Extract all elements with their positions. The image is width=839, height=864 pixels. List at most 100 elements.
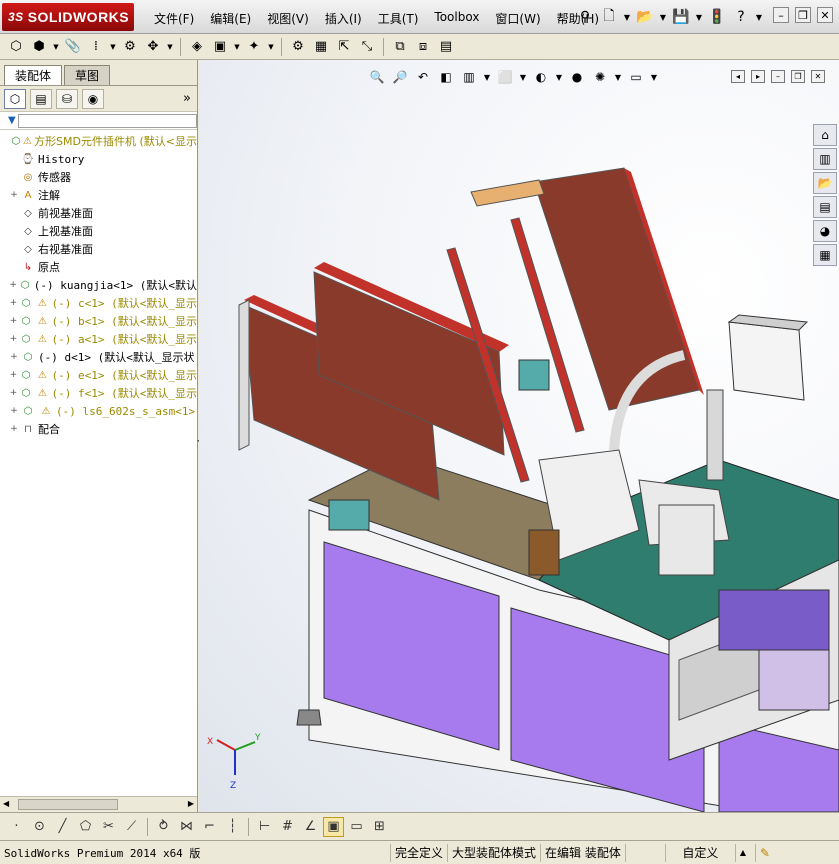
tree-item[interactable]: ⌚ History [0,150,197,168]
design-library-icon[interactable]: ▥ [813,148,837,170]
units-selector[interactable]: 自定义 [664,843,735,862]
scrollbar-thumb[interactable] [18,799,118,810]
solidworks-resources-icon[interactable]: ⌂ [813,124,837,146]
view-palette-icon[interactable]: ▤ [813,196,837,218]
view-settings-icon[interactable]: ▭ [626,68,646,86]
viewport-collapse-right-icon[interactable]: ▸ [751,70,765,83]
corner-rectangle-icon[interactable]: ⌐ [199,817,220,837]
assembly-model[interactable]: X Y Z [199,60,839,812]
rebuild-status-icon[interactable]: ✎ [754,843,774,862]
tree-item[interactable]: + ⬡ ⚠ (-) ls6_602s_s_asm<1> [0,402,197,420]
tree-expand-toggle[interactable]: + [8,406,20,416]
appearances-scenes-icon[interactable]: ◕ [813,220,837,242]
units-dropdown-arrow[interactable]: ▲ [734,843,755,862]
tree-item[interactable]: + ⬡ ⚠ (-) c<1> (默认<默认_显示 [0,294,197,312]
new-part-dropdown-arrow[interactable]: ▼ [52,43,60,51]
trim-icon[interactable]: ✂ [98,817,119,837]
tree-item[interactable]: + ⬡ ⚠ (-) e<1> (默认<默认_显示 [0,366,197,384]
new-dropdown-arrow[interactable]: ▼ [622,13,632,22]
minimize-button[interactable]: – [773,7,789,23]
tree-item[interactable]: + ⬡ ⚠ (-) b<1> (默认<默认_显示 [0,312,197,330]
new-part-icon[interactable]: ⬢ [29,37,49,57]
filter-input[interactable] [17,113,197,128]
zoom-to-fit-icon[interactable]: 🔍 [367,68,387,86]
traffic-light-icon[interactable]: 🚦 [706,6,728,28]
point-icon[interactable]: · [6,817,27,837]
grid-icon[interactable]: # [277,817,298,837]
annotation-dropdown-arrow[interactable]: ▼ [482,73,492,82]
tree-item[interactable]: + ⊓ 配合 [0,420,197,438]
horizontal-scrollbar[interactable]: ◀ ▶ [0,796,197,812]
custom-properties-icon[interactable]: ▦ [813,244,837,266]
help-icon[interactable]: ? [730,6,752,28]
tree-expand-toggle[interactable]: + [8,190,20,200]
tree-expand-toggle[interactable]: + [8,334,19,344]
open-dropdown-arrow[interactable]: ▼ [658,13,668,22]
tree-item[interactable]: + ⬡ ⚠ (-) f<1> (默认<默认_显示 [0,384,197,402]
scene-dropdown-arrow[interactable]: ▼ [613,73,623,82]
tree-item[interactable]: ◎ 传感器 [0,168,197,186]
smart-fasteners-icon[interactable]: ⚙ [120,37,140,57]
tree-item[interactable]: + ⬡ (-) d<1> (默认<默认_显示状 [0,348,197,366]
tree-item[interactable]: ⬡ ⚠ 方形SMD元件插件机 (默认<显示 [0,132,197,150]
help-dropdown-arrow[interactable]: ▼ [754,13,764,22]
line-icon[interactable]: ╱ [52,817,73,837]
apply-scene-icon[interactable]: ✺ [590,68,610,86]
edit-appearance-icon[interactable]: ● [567,68,587,86]
tab-sketch[interactable]: 草图 [64,65,111,85]
save-icon[interactable]: 💾 [670,6,692,28]
menu-file[interactable]: 文件(F) [146,8,202,29]
new-motion-study-icon[interactable]: ⚙ [288,37,308,57]
viewport-restore-button[interactable]: ❐ [791,70,805,83]
reference-geometry-icon[interactable]: ✦ [244,37,264,57]
move-dropdown-arrow[interactable]: ▼ [166,43,174,51]
mirror-icon[interactable]: ⋈ [176,817,197,837]
offset-entities-icon[interactable]: ⥁ [153,817,174,837]
explode-line-sketch-icon[interactable]: ⤡ [357,37,377,57]
pattern-dropdown-arrow[interactable]: ▼ [109,43,117,51]
open-folder-icon[interactable]: 📂 [634,6,656,28]
file-explorer-icon[interactable]: 📂 [813,172,837,194]
restore-button[interactable]: ❐ [795,7,811,23]
viewport-minimize-button[interactable]: – [771,70,785,83]
tree-item[interactable]: ◇ 前视基准面 [0,204,197,222]
scroll-left-arrow[interactable]: ◀ [3,799,9,808]
assembly-features-dropdown-arrow[interactable]: ▼ [233,43,241,51]
circle-icon[interactable]: ⊙ [29,817,50,837]
display-style-dropdown-arrow[interactable]: ▼ [554,73,564,82]
linear-pattern-icon[interactable]: ⁞ [86,37,106,57]
tree-item[interactable]: + ⬡ ⚠ (-) a<1> (默认<默认_显示 [0,330,197,348]
menu-tools[interactable]: 工具(T) [370,8,427,29]
tree-item[interactable]: ◇ 右视基准面 [0,240,197,258]
smart-dimension-icon[interactable]: ⊢ [254,817,275,837]
menu-toolbox[interactable]: Toolbox [426,8,487,29]
tree-expand-toggle[interactable]: + [8,388,19,398]
extend-icon[interactable]: ⟋ [121,817,142,837]
viewport-collapse-left-icon[interactable]: ◂ [731,70,745,83]
view-orientation-icon[interactable]: ⬜ [495,68,515,86]
display-manager-icon[interactable]: ◉ [82,88,104,109]
single-view-icon[interactable]: ▭ [346,817,367,837]
show-hidden-components-icon[interactable]: ◈ [187,37,207,57]
tree-item[interactable]: ◇ 上视基准面 [0,222,197,240]
save-dropdown-arrow[interactable]: ▼ [694,13,704,22]
clearance-verification-icon[interactable]: ⧈ [413,37,433,57]
tree-expand-toggle[interactable]: + [8,316,19,326]
menu-insert[interactable]: 插入(I) [317,8,370,29]
filter-icon[interactable]: ▼ [8,115,16,126]
insert-component-icon[interactable]: ⬡ [6,37,26,57]
configuration-manager-icon[interactable]: ⛁ [56,88,78,109]
property-manager-icon[interactable]: ▤ [30,88,52,109]
tab-assembly[interactable]: 装配体 [4,65,63,85]
scroll-right-arrow[interactable]: ▶ [188,799,194,808]
menu-edit[interactable]: 编辑(E) [202,8,259,29]
menu-window[interactable]: 窗口(W) [487,8,548,29]
graphics-area[interactable]: X Y Z 🔍 🔎 ↶ ◧ ▥ ▼ ⬜ ▼ ◐ ▼ ● ✺ ▼ ▭ ▼ ◂ ▸ … [199,60,839,812]
new-document-icon[interactable]: 🗋 [598,6,620,28]
bill-of-materials-icon[interactable]: ▦ [311,37,331,57]
previous-view-icon[interactable]: ↶ [413,68,433,86]
menu-view[interactable]: 视图(V) [259,8,317,29]
assembly-features-icon[interactable]: ▣ [210,37,230,57]
tree-expand-toggle[interactable]: + [8,280,18,290]
tree-expand-toggle[interactable]: + [8,370,19,380]
